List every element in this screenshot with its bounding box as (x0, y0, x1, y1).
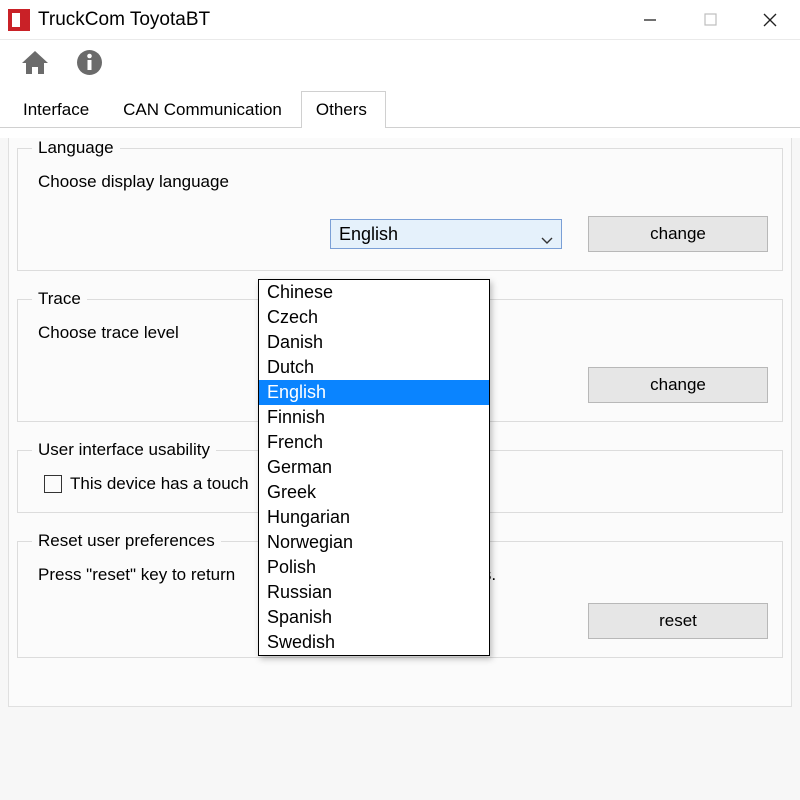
tab-content-others: Language Choose display language English… (0, 138, 800, 800)
touch-checkbox-label: This device has a touch (70, 474, 249, 494)
info-icon[interactable] (76, 49, 103, 81)
language-description: Choose display language (38, 172, 768, 192)
language-group: Language Choose display language English… (17, 138, 783, 271)
app-icon (8, 9, 30, 31)
language-select[interactable]: English (330, 219, 562, 249)
reset-button[interactable]: reset (588, 603, 768, 639)
toolbar (0, 40, 800, 90)
minimize-icon (643, 13, 657, 27)
home-icon[interactable] (20, 49, 50, 81)
maximize-button[interactable] (680, 0, 740, 40)
language-option[interactable]: Finnish (259, 405, 489, 430)
maximize-icon (704, 13, 717, 26)
trace-legend: Trace (32, 289, 87, 309)
language-option[interactable]: English (259, 380, 489, 405)
language-option[interactable]: Spanish (259, 605, 489, 630)
tab-can-communication[interactable]: CAN Communication (108, 91, 301, 128)
language-option[interactable]: German (259, 455, 489, 480)
language-select-value: English (339, 224, 398, 245)
usability-legend: User interface usability (32, 440, 216, 460)
language-option[interactable]: Greek (259, 480, 489, 505)
reset-desc-before: Press "reset" key to return (38, 565, 235, 584)
app-window: TruckCom ToyotaBT (0, 0, 800, 800)
app-title: TruckCom ToyotaBT (38, 9, 620, 31)
tab-others[interactable]: Others (301, 91, 386, 128)
language-option[interactable]: Russian (259, 580, 489, 605)
language-option[interactable]: Chinese (259, 280, 489, 305)
titlebar[interactable]: TruckCom ToyotaBT (0, 0, 800, 40)
language-option[interactable]: Norwegian (259, 530, 489, 555)
language-option[interactable]: Polish (259, 555, 489, 580)
minimize-button[interactable] (620, 0, 680, 40)
language-legend: Language (32, 138, 120, 158)
trace-change-button[interactable]: change (588, 367, 768, 403)
language-option[interactable]: Czech (259, 305, 489, 330)
language-change-button[interactable]: change (588, 216, 768, 252)
reset-legend: Reset user preferences (32, 531, 221, 551)
tab-strip: Interface CAN Communication Others (0, 90, 800, 128)
tab-interface[interactable]: Interface (8, 91, 108, 128)
language-option[interactable]: Swedish (259, 630, 489, 655)
language-option[interactable]: French (259, 430, 489, 455)
language-dropdown[interactable]: ChineseCzechDanishDutchEnglishFinnishFre… (258, 279, 490, 656)
touch-checkbox[interactable] (44, 475, 62, 493)
chevron-down-icon (541, 229, 551, 239)
language-option[interactable]: Hungarian (259, 505, 489, 530)
close-button[interactable] (740, 0, 800, 40)
close-icon (763, 13, 777, 27)
language-option[interactable]: Danish (259, 330, 489, 355)
language-option[interactable]: Dutch (259, 355, 489, 380)
